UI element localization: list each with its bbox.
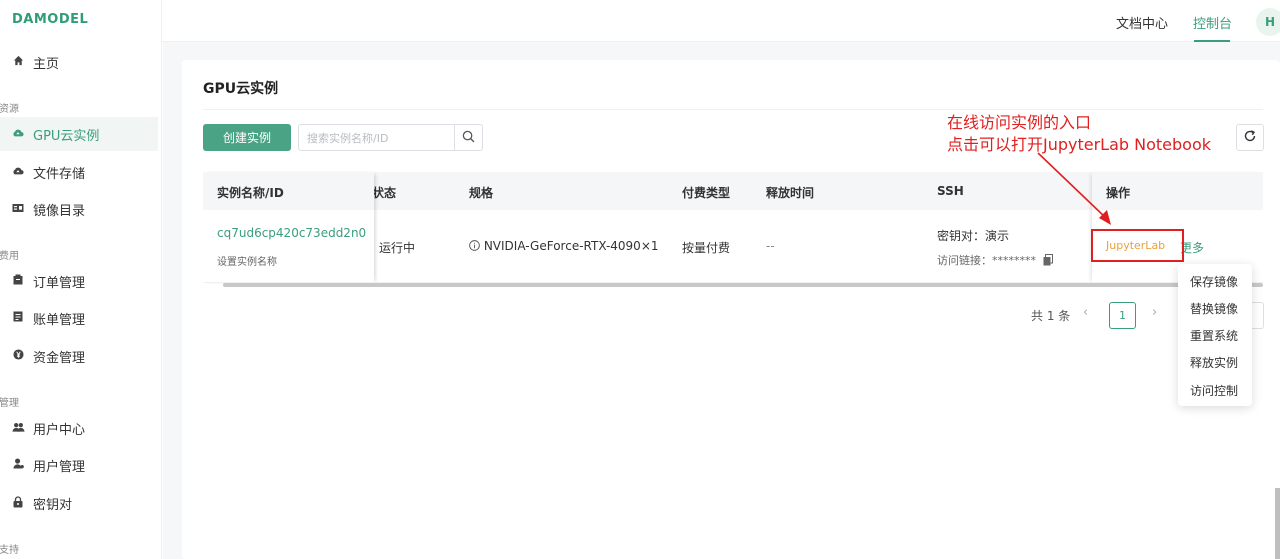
avatar[interactable]: H [1256, 8, 1280, 36]
column-header-spec: 规格 [469, 186, 494, 200]
sidebar-section-support: 支持 [0, 545, 19, 556]
order-icon [11, 274, 25, 288]
sidebar-item-label: GPU云实例 [33, 128, 100, 144]
lock-icon [11, 495, 25, 511]
app-logo[interactable]: DAMODEL [12, 12, 88, 27]
refresh-button[interactable] [1236, 124, 1264, 151]
ssh-link-masked: ******** [992, 254, 1036, 267]
search-box [298, 124, 483, 151]
status-badge: 运行中 [379, 241, 416, 255]
sidebar-item-label: 密钥对 [33, 497, 73, 513]
info-icon [469, 240, 480, 251]
image-catalog-icon [11, 203, 25, 216]
refresh-icon [1243, 128, 1257, 147]
nav-docs-center[interactable]: 文档中心 [1116, 13, 1168, 32]
sidebar: DAMODEL 主页 资源 GPU云实例 文件存储 镜像目录 费用 订单管理 账… [0, 0, 162, 559]
sidebar-item-image-catalog[interactable]: 镜像目录 [0, 192, 158, 226]
home-icon [11, 55, 25, 69]
sidebar-item-user-management[interactable]: 用户管理 [0, 448, 158, 482]
annotation-highlight-box [1091, 229, 1184, 262]
spec-text: NVIDIA-GeForce-RTX-4090×1 [483, 239, 659, 253]
users-icon [11, 422, 25, 435]
column-header-release-time: 释放时间 [766, 186, 815, 200]
next-page-button[interactable]: › [1152, 305, 1157, 320]
spec-cell: NVIDIA-GeForce-RTX-4090×1 [469, 239, 659, 253]
sidebar-item-label: 镜像目录 [33, 203, 86, 219]
sidebar-item-label: 用户管理 [33, 459, 86, 475]
instance-id-link[interactable]: cq7ud6cp420c73edd2n0 [217, 226, 366, 240]
user-manage-icon [11, 458, 25, 472]
ssh-keypair: 密钥对：演示 [937, 229, 1010, 243]
search-icon [462, 128, 475, 147]
top-bar [162, 0, 1280, 42]
menu-item-access-control[interactable]: 访问控制 [1190, 382, 1238, 399]
column-header-name-id: 实例名称/ID [217, 186, 284, 200]
page-title: GPU云实例 [203, 81, 279, 97]
sidebar-item-label: 资金管理 [33, 350, 86, 366]
cloud-icon [11, 128, 25, 141]
sidebar-item-label: 文件存储 [33, 166, 86, 182]
sidebar-item-home[interactable]: 主页 [0, 45, 158, 79]
sidebar-item-label: 账单管理 [33, 312, 86, 328]
column-header-status: 状态 [372, 186, 397, 200]
menu-item-release-instance[interactable]: 释放实例 [1190, 354, 1238, 371]
sidebar-item-keypairs[interactable]: 密钥对 [0, 486, 158, 520]
sidebar-section-billing: 费用 [0, 251, 19, 262]
pagination-total: 共 1 条 [1031, 309, 1071, 323]
menu-item-reset-system[interactable]: 重置系统 [1190, 327, 1238, 344]
sidebar-section-management: 管理 [0, 398, 19, 409]
sidebar-item-orders[interactable]: 订单管理 [0, 264, 158, 298]
search-button[interactable] [454, 125, 482, 150]
sidebar-item-user-center[interactable]: 用户中心 [0, 411, 158, 445]
ssh-link: 访问链接：******** [937, 252, 1053, 268]
release-time-cell: -- [766, 239, 775, 253]
sidebar-item-file-storage[interactable]: 文件存储 [0, 155, 158, 189]
search-input[interactable] [307, 130, 455, 146]
sidebar-item-label: 主页 [33, 56, 60, 72]
sidebar-item-label: 用户中心 [33, 422, 86, 438]
menu-item-replace-image[interactable]: 替换镜像 [1190, 300, 1238, 317]
sidebar-item-bills[interactable]: 账单管理 [0, 301, 158, 335]
sidebar-item-gpu-instances[interactable]: GPU云实例 [0, 117, 158, 151]
page-number[interactable]: 1 [1109, 302, 1136, 329]
column-header-billing: 付费类型 [682, 186, 731, 200]
yen-icon [11, 349, 25, 363]
column-header-ssh: SSH [937, 184, 964, 198]
nav-console[interactable]: 控制台 [1193, 13, 1232, 32]
set-instance-name[interactable]: 设置实例名称 [217, 253, 277, 268]
cloud-storage-icon [11, 166, 25, 179]
menu-item-save-image[interactable]: 保存镜像 [1190, 273, 1238, 290]
create-instance-button[interactable]: 创建实例 [203, 124, 291, 151]
annotation-line-1: 在线访问实例的入口 [947, 113, 1092, 132]
bill-icon [11, 311, 25, 325]
prev-page-button[interactable]: ‹ [1083, 305, 1088, 320]
vertical-scrollbar[interactable] [1275, 488, 1280, 559]
copy-icon[interactable] [1043, 254, 1053, 266]
horizontal-scrollbar[interactable] [223, 283, 1263, 287]
billing-cell: 按量付费 [682, 241, 731, 255]
sidebar-section-resources: 资源 [0, 104, 19, 115]
sidebar-item-funds[interactable]: 资金管理 [0, 339, 158, 373]
annotation-line-2: 点击可以打开JupyterLab Notebook [947, 135, 1212, 154]
sidebar-item-label: 订单管理 [33, 275, 86, 291]
ssh-link-label: 访问链接： [937, 254, 992, 267]
divider [203, 109, 1263, 110]
